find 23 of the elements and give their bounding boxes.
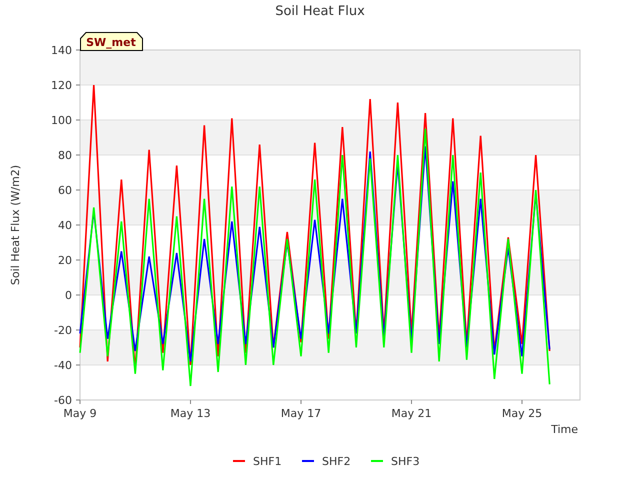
x-tick-label: May 13 — [170, 407, 211, 420]
y-tick-label: 100 — [51, 114, 72, 127]
y-tick-label: 60 — [58, 184, 72, 197]
y-tick-label: 20 — [58, 254, 72, 267]
y-tick-label: -60 — [54, 394, 72, 407]
legend-label: SHF3 — [391, 455, 420, 468]
y-tick-label: 40 — [58, 219, 72, 232]
y-axis-label: Soil Heat Flux (W/m2) — [9, 164, 22, 286]
y-tick-label: 120 — [51, 79, 72, 92]
y-tick-label: -40 — [54, 359, 72, 372]
y-tick-label: 140 — [51, 44, 72, 57]
y-tick-label: 80 — [58, 149, 72, 162]
legend-label: SHF2 — [322, 455, 351, 468]
x-axis-label: Time — [551, 423, 578, 436]
site-label-tag: SW_met — [80, 32, 143, 51]
legend-label: SHF1 — [253, 455, 282, 468]
x-tick-label: May 25 — [502, 407, 542, 420]
x-tick-label: May 9 — [63, 407, 97, 420]
y-tick-label: -20 — [54, 324, 72, 337]
x-tick-label: May 17 — [280, 407, 322, 420]
y-tick-label: 0 — [65, 289, 72, 302]
chart-title: Soil Heat Flux — [275, 4, 365, 19]
x-tick-label: May 21 — [391, 407, 432, 420]
